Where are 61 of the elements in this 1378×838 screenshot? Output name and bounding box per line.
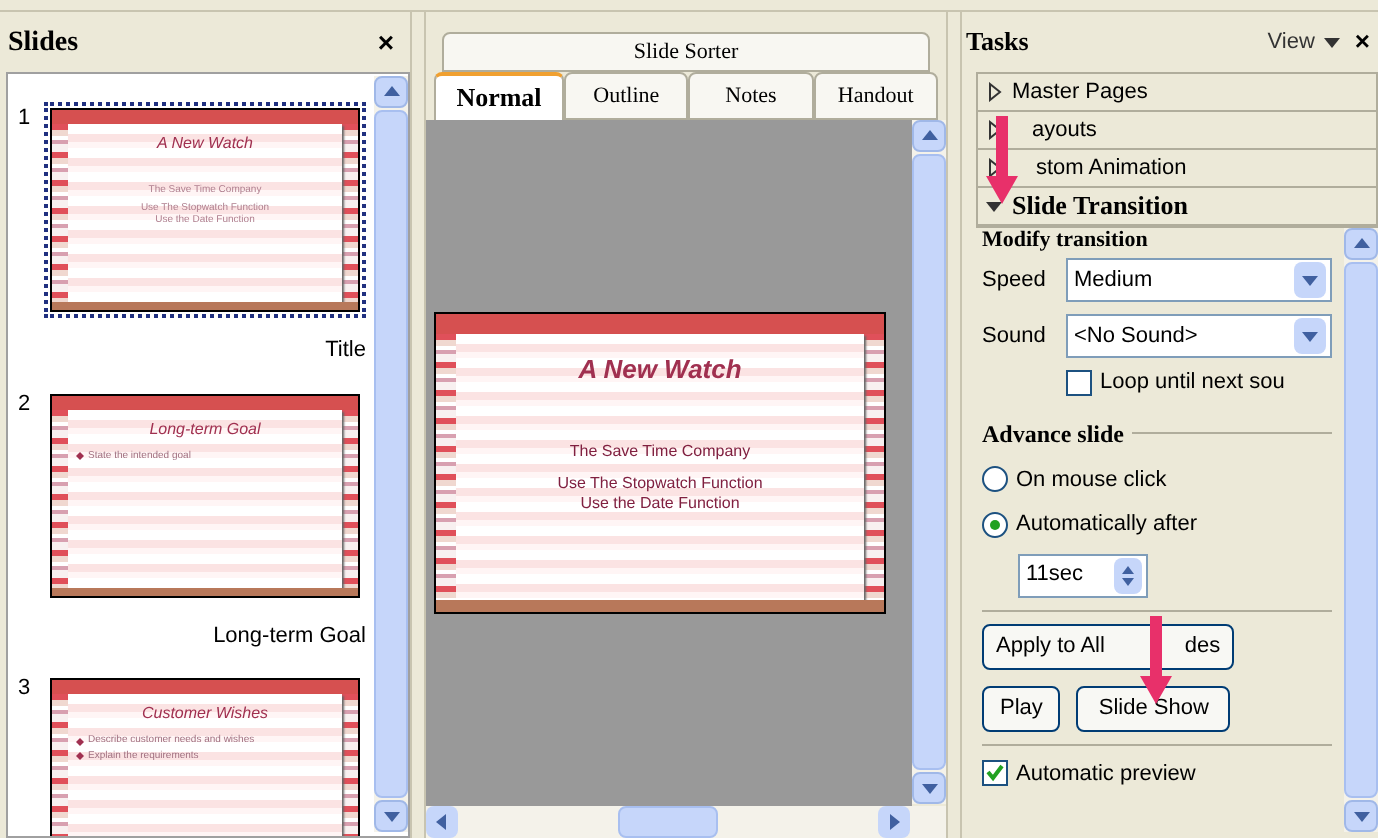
close-button[interactable]: × bbox=[1354, 22, 1370, 62]
slide-number: 3 bbox=[16, 674, 33, 704]
slide-subtitle: Use The Stopwatch Function bbox=[557, 473, 763, 493]
scroll-right-icon[interactable] bbox=[884, 812, 904, 832]
scroll-up-icon[interactable] bbox=[381, 82, 401, 102]
view-tab[interactable]: Slide Sorter bbox=[442, 32, 930, 72]
slide-title: A New Watch bbox=[576, 352, 744, 388]
panel-title: Tasks bbox=[966, 24, 1029, 61]
caret-icon[interactable] bbox=[1322, 32, 1343, 52]
radio-button[interactable] bbox=[982, 511, 1008, 538]
slide-subtitle: Use the Date Function bbox=[580, 493, 740, 513]
view-tab[interactable]: Notes bbox=[688, 72, 814, 120]
slide-number: 2 bbox=[16, 389, 33, 419]
radio-label: Automatically after bbox=[1016, 510, 1197, 540]
group-heading: Modify transition bbox=[982, 228, 1150, 252]
checkbox[interactable] bbox=[982, 760, 1008, 787]
checkbox[interactable] bbox=[1066, 369, 1092, 396]
speed-dropdown[interactable]: Medium bbox=[1066, 258, 1332, 302]
horizontal-scrollbar[interactable] bbox=[426, 806, 946, 838]
bullet-icon bbox=[76, 752, 84, 761]
slide-show-button[interactable]: Slide Show bbox=[1076, 685, 1231, 731]
slide-title: Customer Wishes bbox=[139, 702, 271, 726]
slide-title: Long-term Goal bbox=[147, 417, 263, 441]
bullet-icon bbox=[76, 452, 84, 461]
group-heading: Advance slide bbox=[982, 417, 1125, 451]
panel-title: Slides bbox=[8, 25, 79, 61]
section-header[interactable]: Master Pages bbox=[978, 74, 1376, 112]
view-menu-button[interactable]: View bbox=[1267, 25, 1343, 59]
apply-button[interactable]: Apply to All des bbox=[982, 623, 1235, 669]
scroll-down-icon[interactable] bbox=[381, 806, 401, 826]
slide-subtitle: The Save Time Company bbox=[569, 441, 751, 461]
scroll-down-icon[interactable] bbox=[1351, 806, 1371, 826]
scroll-thumb[interactable] bbox=[618, 806, 718, 838]
sound-dropdown[interactable]: <No Sound> bbox=[1066, 314, 1332, 358]
field-label: Sound bbox=[982, 321, 1048, 352]
close-button[interactable]: × bbox=[369, 21, 402, 63]
slide-caption: Long-term Goal bbox=[213, 621, 366, 651]
scroll-up-icon[interactable] bbox=[1351, 234, 1371, 254]
play-button[interactable]: Play bbox=[982, 685, 1061, 731]
splitter-handle[interactable] bbox=[410, 12, 426, 838]
checkbox-label: Automatic preview bbox=[1016, 759, 1196, 789]
scroll-down-icon[interactable] bbox=[919, 778, 939, 798]
view-tab[interactable]: Handout bbox=[813, 72, 938, 120]
dropdown-caret-icon[interactable] bbox=[1300, 326, 1320, 346]
radio-label: On mouse click bbox=[1016, 465, 1167, 495]
splitter-handle[interactable] bbox=[946, 12, 962, 838]
spin-arrows-icon[interactable] bbox=[1120, 561, 1136, 589]
time-spinbox[interactable]: 11sec bbox=[1018, 553, 1148, 597]
slide-number: 1 bbox=[16, 104, 33, 134]
field-label: Speed bbox=[982, 265, 1048, 296]
checkbox-label: Loop until next sou bbox=[1100, 368, 1285, 398]
slide-title: A New Watch bbox=[154, 132, 255, 156]
view-tab[interactable]: Normal bbox=[434, 72, 564, 120]
expanded-triangle-icon[interactable] bbox=[984, 196, 1004, 216]
scroll-up-icon[interactable] bbox=[919, 126, 939, 146]
dropdown-caret-icon[interactable] bbox=[1300, 270, 1320, 290]
view-tab[interactable]: Outline bbox=[564, 72, 689, 120]
radio-button[interactable] bbox=[982, 466, 1008, 493]
bullet-icon bbox=[76, 737, 84, 746]
scroll-left-icon[interactable] bbox=[432, 812, 452, 832]
slide-caption: Title bbox=[325, 336, 366, 366]
